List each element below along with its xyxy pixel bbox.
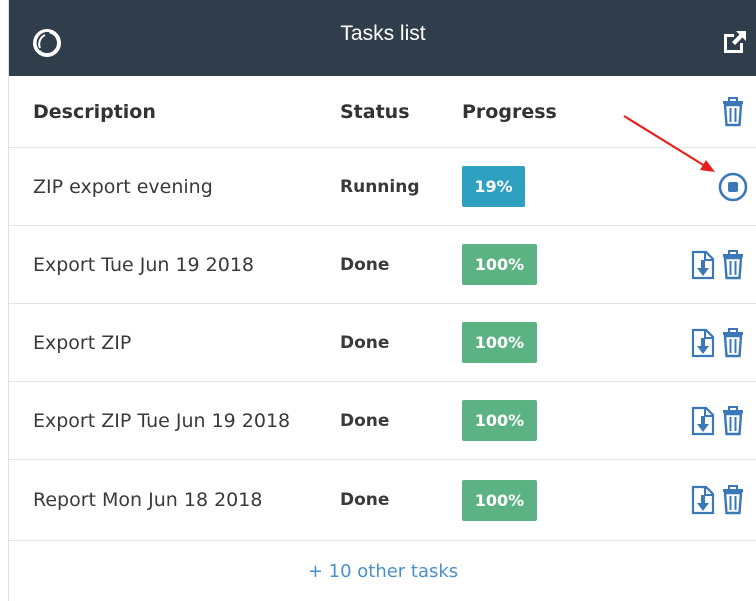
task-status: Done bbox=[340, 490, 390, 510]
task-description: ZIP export evening bbox=[33, 175, 213, 198]
task-status: Done bbox=[340, 410, 390, 431]
row-actions bbox=[689, 460, 747, 540]
header-actions bbox=[719, 76, 747, 147]
row-actions bbox=[689, 382, 747, 459]
task-description: Export Tue Jun 19 2018 bbox=[33, 253, 255, 276]
progress-badge: 19% bbox=[462, 166, 525, 207]
download-icon[interactable] bbox=[689, 405, 717, 437]
table-row: ZIP export evening Running 19% bbox=[9, 148, 756, 226]
external-link-icon[interactable] bbox=[721, 28, 749, 56]
row-actions bbox=[717, 148, 749, 225]
stop-icon[interactable] bbox=[717, 171, 749, 203]
task-status: Running bbox=[340, 176, 420, 197]
column-header-progress: Progress bbox=[462, 100, 557, 123]
task-description: Report Mon Jun 18 2018 bbox=[33, 489, 263, 511]
trash-icon[interactable] bbox=[719, 327, 747, 359]
task-status: Done bbox=[340, 332, 390, 353]
table-footer: + 10 other tasks bbox=[9, 541, 756, 601]
trash-icon[interactable] bbox=[719, 249, 747, 281]
table-header: Description Status Progress bbox=[9, 76, 756, 148]
progress-badge: 100% bbox=[462, 322, 537, 363]
table-row: Report Mon Jun 18 2018 Done 100% bbox=[9, 460, 756, 541]
progress-badge: 100% bbox=[462, 479, 537, 521]
table-row: Export Tue Jun 19 2018 Done 100% bbox=[9, 226, 756, 304]
tasks-panel: Tasks list Description Status Progress Z… bbox=[8, 0, 756, 601]
trash-icon[interactable] bbox=[719, 96, 747, 128]
task-description: Export ZIP bbox=[33, 331, 132, 354]
download-icon[interactable] bbox=[689, 327, 717, 359]
trash-icon[interactable] bbox=[719, 484, 747, 516]
row-actions bbox=[689, 226, 747, 303]
window-title: Tasks list bbox=[340, 22, 426, 45]
progress-badge: 100% bbox=[462, 244, 537, 285]
row-actions bbox=[689, 304, 747, 381]
more-tasks-link[interactable]: + 10 other tasks bbox=[308, 561, 458, 582]
table-row: Export ZIP Done 100% bbox=[9, 304, 756, 382]
titlebar: Tasks list bbox=[9, 0, 756, 76]
column-header-status: Status bbox=[340, 100, 410, 123]
progress-badge: 100% bbox=[462, 400, 537, 441]
trash-icon[interactable] bbox=[719, 405, 747, 437]
task-status: Done bbox=[340, 254, 390, 275]
download-icon[interactable] bbox=[689, 249, 717, 281]
table-row: Export ZIP Tue Jun 19 2018 Done 100% bbox=[9, 382, 756, 460]
download-icon[interactable] bbox=[689, 484, 717, 516]
column-header-description: Description bbox=[33, 100, 156, 123]
task-description: Export ZIP Tue Jun 19 2018 bbox=[33, 409, 291, 432]
